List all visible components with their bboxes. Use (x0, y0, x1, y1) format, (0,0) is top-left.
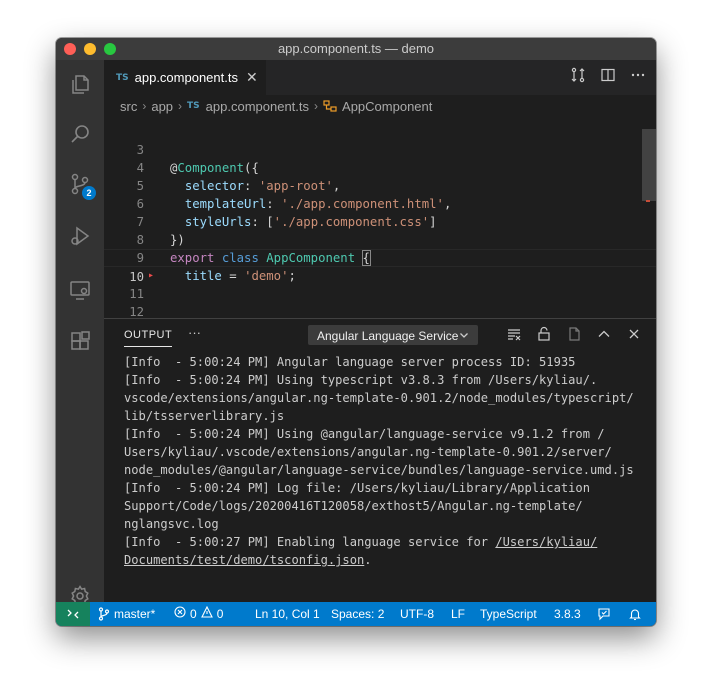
vscode-window: app.component.ts — demo 2 TS app.compone… (56, 38, 656, 626)
code-line: 5 templateUrl: './app.component.html', (104, 159, 656, 211)
problems-status[interactable]: 0 0 (174, 602, 223, 626)
editor-tab-bar: TS app.component.ts ✕ (104, 60, 656, 95)
branch-name: master* (114, 607, 156, 621)
notifications-bell-icon[interactable] (628, 602, 642, 626)
code-line: 8 export class AppComponent { (104, 213, 656, 266)
chevron-down-icon (459, 326, 469, 346)
status-bar: master* 0 0 Ln 10, Col 1 Spaces: 2 UTF-8… (56, 602, 656, 626)
clear-output-icon[interactable] (506, 326, 522, 347)
tab-label: app.component.ts (134, 70, 238, 85)
log-line: Support/Code/logs/20200416T120058/exthos… (124, 499, 583, 513)
indentation-status[interactable]: Spaces: 2 (331, 602, 384, 626)
code-editor[interactable]: 3 @Component({ 4 selector: 'app-root', 5… (104, 117, 656, 338)
maximize-panel-icon[interactable] (596, 326, 612, 347)
overview-ruler-marker (646, 200, 650, 202)
open-changes-icon[interactable] (570, 67, 586, 88)
current-code-line: 10 (104, 249, 656, 284)
close-window-button[interactable] (64, 43, 76, 55)
feedback-icon[interactable] (597, 602, 611, 626)
deleted-line-marker: ▸ (148, 270, 155, 281)
breadcrumb-src[interactable]: src (120, 99, 137, 114)
log-line: [Info - 5:00:24 PM] Angular language ser… (124, 355, 576, 369)
typescript-file-icon: TS (116, 72, 129, 83)
log-line: node_modules/@angular/language-service/b… (124, 463, 634, 477)
title-bar: app.component.ts — demo (56, 38, 656, 60)
branch-status[interactable]: master* (98, 602, 155, 626)
tab-output[interactable]: OUTPUT (124, 329, 173, 347)
code-line: 3 @Component({ (104, 123, 656, 175)
lock-scroll-icon[interactable] (536, 326, 552, 347)
encoding-status[interactable]: UTF-8 (400, 602, 434, 626)
minimize-window-button[interactable] (84, 43, 96, 55)
chevron-right-icon: › (314, 99, 319, 113)
log-line: Users/kyliau/.vscode/extensions/angular.… (124, 445, 612, 459)
breadcrumb: src › app › TS app.component.ts › AppCom… (104, 95, 656, 117)
language-mode[interactable]: TypeScript (480, 602, 537, 626)
window-title: app.component.ts — demo (277, 41, 435, 56)
typescript-version[interactable]: 3.8.3 (554, 602, 581, 626)
panel-actions (506, 326, 642, 347)
code-line: 4 selector: 'app-root', (104, 141, 656, 193)
chevron-right-icon: › (142, 99, 147, 113)
breadcrumb-app[interactable]: app (151, 99, 173, 114)
code-line: 6 styleUrls: ['./app.component.css'] (104, 177, 656, 229)
editor-actions (570, 60, 646, 95)
remote-indicator[interactable] (56, 602, 90, 626)
code-line: 9 title = 'demo'; (104, 231, 656, 283)
extensions-icon[interactable] (56, 318, 104, 366)
output-panel: OUTPUT ··· Angular Language Service [Inf… (104, 318, 656, 603)
eol-status[interactable]: LF (451, 602, 465, 626)
log-line: [Info - 5:00:27 PM] Enabling language se… (124, 533, 644, 551)
output-channel-value: Angular Language Service (317, 329, 459, 343)
split-editor-icon[interactable] (600, 67, 616, 88)
typescript-file-icon: TS (187, 101, 200, 111)
tsconfig-link[interactable]: Documents/test/demo/tsconfig.json (124, 553, 364, 567)
search-icon[interactable] (56, 110, 104, 158)
cursor-position[interactable]: Ln 10, Col 1 (255, 602, 320, 626)
output-log: [Info - 5:00:24 PM] Angular language ser… (124, 353, 644, 569)
panel-more-icon[interactable]: ··· (188, 325, 201, 340)
activity-bar: 2 (56, 60, 104, 607)
log-line: [Info - 5:00:24 PM] Using @angular/langu… (124, 427, 605, 441)
remote-icon (67, 609, 79, 619)
class-symbol-icon (323, 100, 337, 112)
close-panel-icon[interactable] (626, 326, 642, 347)
editor-scrollbar[interactable] (642, 129, 656, 201)
source-control-icon[interactable]: 2 (56, 160, 104, 208)
scm-count-badge: 2 (82, 186, 96, 200)
git-branch-icon (98, 607, 110, 621)
run-debug-icon[interactable] (56, 212, 104, 260)
code-line: 11 ▸ } (104, 267, 656, 338)
panel-header: OUTPUT ··· Angular Language Service (104, 319, 656, 352)
explorer-icon[interactable] (56, 60, 104, 108)
warning-count: 0 (216, 607, 224, 621)
code-line: 12 (104, 285, 656, 319)
log-line: Documents/test/demo/tsconfig.json. (124, 551, 644, 569)
more-actions-icon[interactable] (630, 67, 646, 88)
chevron-right-icon: › (178, 99, 183, 113)
log-line: lib/tsserverlibrary.js (124, 409, 285, 423)
tsconfig-link[interactable]: /Users/kyliau/ (495, 535, 597, 549)
log-line: vscode/extensions/angular.ng-template-0.… (124, 391, 634, 405)
remote-explorer-icon[interactable] (56, 266, 104, 314)
code-line: 7 }) (104, 195, 656, 247)
error-count: 0 (190, 607, 197, 621)
close-tab-icon[interactable]: ✕ (246, 69, 258, 86)
log-line: [Info - 5:00:24 PM] Log file: /Users/kyl… (124, 481, 590, 495)
error-icon (174, 602, 186, 626)
open-log-file-icon[interactable] (566, 326, 582, 347)
log-text: . (364, 553, 372, 567)
log-line: [Info - 5:00:24 PM] Using typescript v3.… (124, 373, 598, 387)
log-text: [Info - 5:00:27 PM] Enabling language se… (124, 535, 496, 549)
log-line: nglangsvc.log (124, 517, 219, 531)
warning-icon (200, 602, 213, 626)
maximize-window-button[interactable] (104, 43, 116, 55)
tab-app-component-ts[interactable]: TS app.component.ts ✕ (104, 60, 266, 95)
output-channel-select[interactable]: Angular Language Service (308, 325, 478, 345)
breadcrumb-symbol[interactable]: AppComponent (342, 99, 432, 114)
breadcrumb-file[interactable]: app.component.ts (206, 99, 309, 114)
